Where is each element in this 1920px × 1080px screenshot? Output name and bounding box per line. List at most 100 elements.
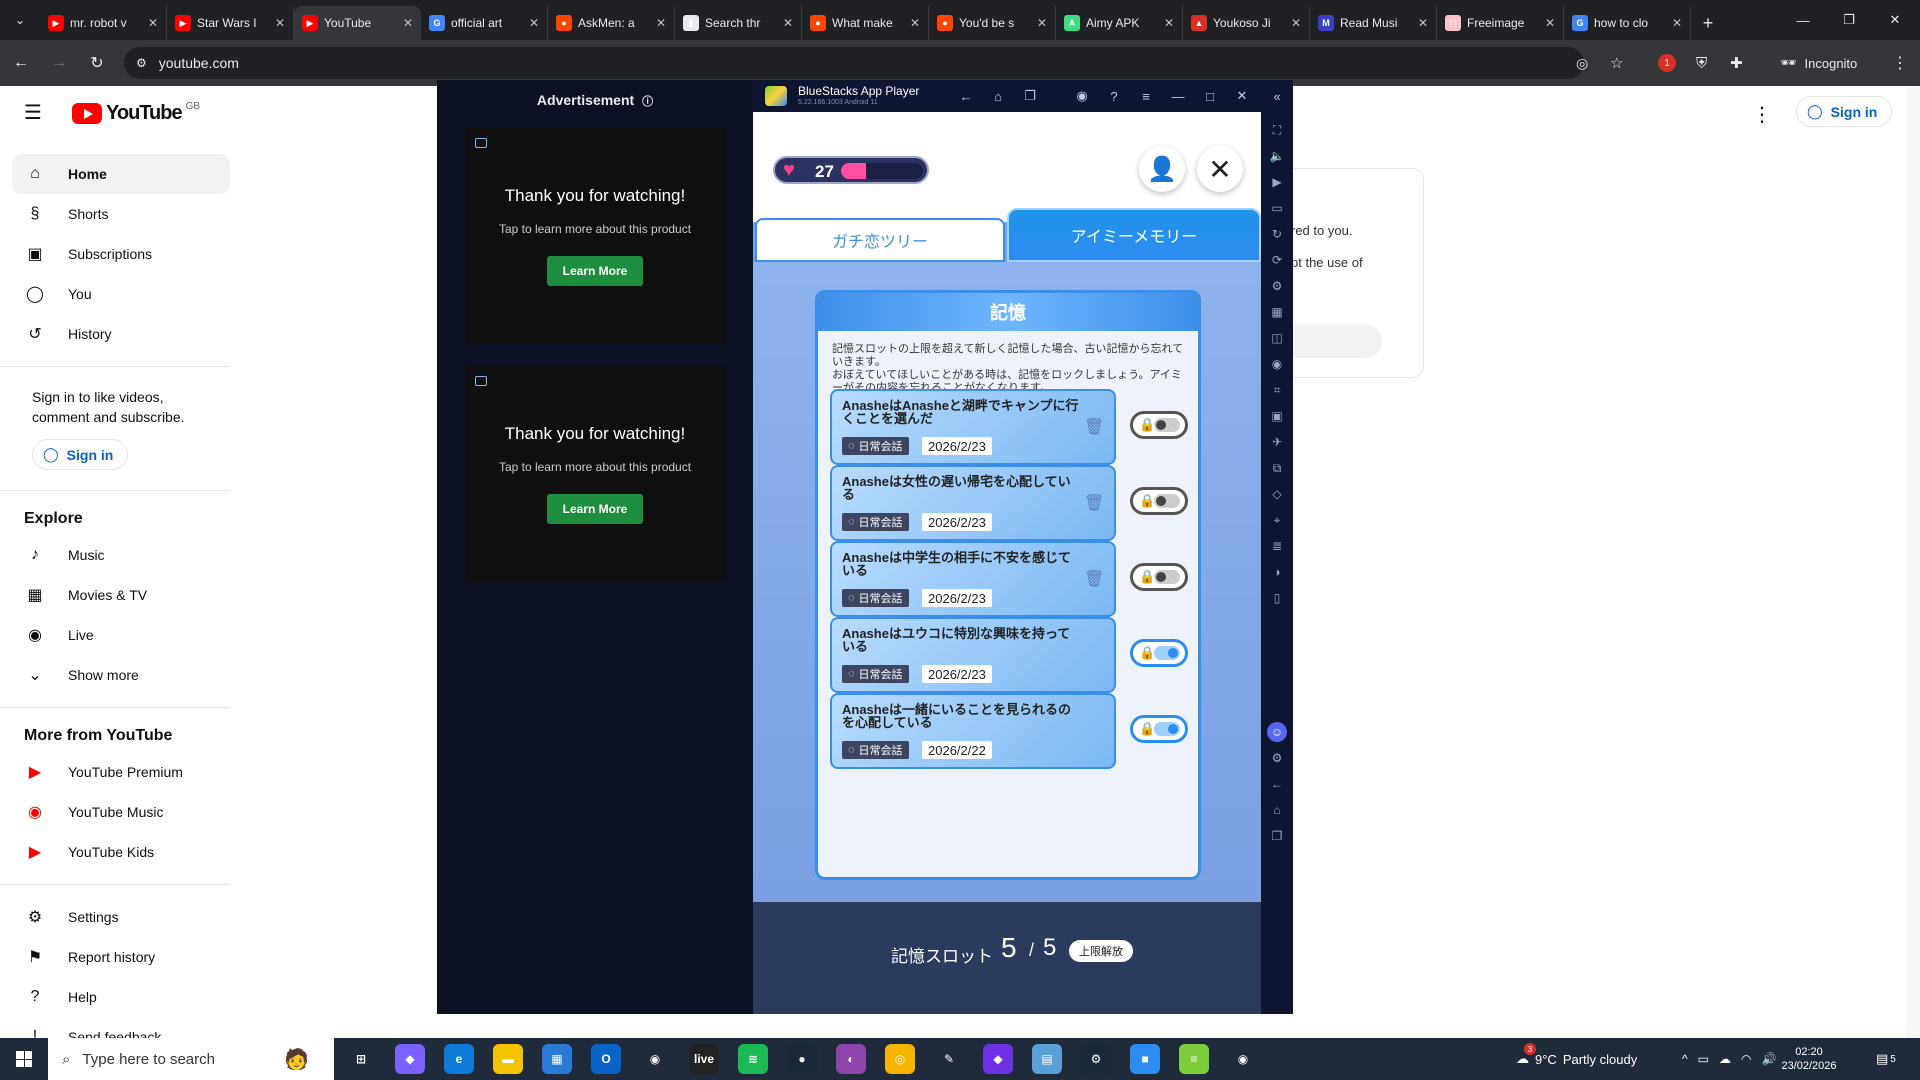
fullscreen-icon[interactable]: ⛶ <box>1267 120 1287 140</box>
minimize-window-button[interactable]: — <box>1780 0 1826 40</box>
chrome-canary-icon[interactable]: ◎ <box>885 1044 915 1074</box>
browser-tab[interactable]: ▶ Star Wars I ✕ <box>167 6 294 40</box>
close-tab-icon[interactable]: ✕ <box>1418 16 1428 30</box>
browser-tab[interactable]: M Read Musi ✕ <box>1310 6 1437 40</box>
eco-icon[interactable]: ◑ <box>1267 562 1287 582</box>
extension-badge-icon[interactable]: 1 <box>1658 40 1676 86</box>
page-scrollbar[interactable] <box>1906 86 1920 1038</box>
reload-button[interactable]: ↻ <box>80 46 114 80</box>
sidebar-item-home[interactable]: ⌂ Home <box>12 154 230 194</box>
sidebar-item-help[interactable]: ? Help <box>12 977 230 1017</box>
sidebar-item-live[interactable]: ◉ Live <box>12 615 230 655</box>
browser-tab[interactable]: ● You'd be s ✕ <box>929 6 1056 40</box>
tab-aimy-memory[interactable]: アイミーメモリー <box>1007 208 1261 262</box>
wifi-icon[interactable]: ◠ <box>1741 1052 1751 1066</box>
back-arrow-icon[interactable]: ← <box>956 86 976 106</box>
memory-lock-toggle[interactable]: 🔒 <box>1130 563 1188 591</box>
browser-tab[interactable]: ▶ YouTube ✕ <box>294 6 421 40</box>
battery-icon[interactable]: ▭ <box>1698 1052 1709 1066</box>
browser-tab[interactable]: ▲ Youkoso Ji ✕ <box>1183 6 1310 40</box>
discord-icon[interactable]: ☺ <box>1267 722 1287 742</box>
home-icon[interactable]: ⌂ <box>1267 800 1287 820</box>
close-window-button[interactable]: ✕ <box>1872 0 1918 40</box>
obsidian-icon[interactable]: ◆ <box>983 1044 1013 1074</box>
close-tab-icon[interactable]: ✕ <box>1672 16 1682 30</box>
hamburger-menu-icon[interactable]: ☰ <box>24 100 42 125</box>
close-tab-icon[interactable]: ✕ <box>529 16 539 30</box>
robot-icon[interactable]: ⚙ <box>1267 276 1287 296</box>
tab-gachikoi-tree[interactable]: ガチ恋ツリー <box>755 218 1005 262</box>
airplane-icon[interactable]: ✈ <box>1267 432 1287 452</box>
memory-card[interactable]: AnasheはAnasheと湖畔でキャンプに行くことを選んだ ◌ 日常会話 2026/… <box>830 389 1116 465</box>
sidebar-item-youtube-music[interactable]: ◉ YouTube Music <box>12 792 230 832</box>
tracking-protection-icon[interactable]: ◎ <box>1576 55 1588 72</box>
browser-tab[interactable]: ◻ Freeimage ✕ <box>1437 6 1564 40</box>
record-icon[interactable]: ◉ <box>1267 354 1287 374</box>
sidebar-item-movies-tv[interactable]: ▦ Movies & TV <box>12 575 230 615</box>
sidebar-item-you[interactable]: ◯ You <box>12 274 230 314</box>
close-icon[interactable]: ✕ <box>1232 86 1252 106</box>
close-tab-icon[interactable]: ✕ <box>1545 16 1555 30</box>
memory-card[interactable]: Anasheはユウコに特別な興味を持っている◌日常会話2026/2/23🗑 <box>830 617 1116 693</box>
learn-more-button[interactable]: Learn More <box>547 256 643 286</box>
sidebar-item-show-more[interactable]: ⌄ Show more <box>12 655 230 695</box>
close-tab-icon[interactable]: ✕ <box>656 16 666 30</box>
spotify-icon[interactable]: ≋ <box>738 1044 768 1074</box>
trash-icon[interactable]: 🗑 <box>1084 417 1104 437</box>
back-button[interactable]: ← <box>4 46 38 80</box>
sidebar-item-music[interactable]: ♪ Music <box>12 535 230 575</box>
trash-icon[interactable]: 🗑 <box>1084 569 1104 589</box>
sidebar-item-history[interactable]: ↺ History <box>12 314 230 354</box>
purple-app-icon[interactable]: ◐ <box>836 1044 866 1074</box>
taskbar-search-box[interactable]: ⌕ Type here to search 🧑 <box>48 1038 334 1080</box>
trash-icon[interactable]: 🗑 <box>1084 493 1104 513</box>
steam-client-icon[interactable]: ⚙ <box>1081 1044 1111 1074</box>
task-view-icon[interactable]: ⊞ <box>346 1044 376 1074</box>
close-tab-icon[interactable]: ✕ <box>910 16 920 30</box>
notification-center[interactable]: ▤ 5 <box>1876 1038 1896 1080</box>
forward-button[interactable]: → <box>42 46 76 80</box>
browser-tab[interactable]: Gofficial art ✕ <box>421 6 548 40</box>
bookmark-star-icon[interactable]: ☆ <box>1610 54 1623 72</box>
maximize-icon[interactable]: □ <box>1200 86 1220 106</box>
collapse-sidebar-icon[interactable]: « <box>1267 86 1287 106</box>
settings-icon[interactable]: ⚙ <box>1267 748 1287 768</box>
bluestacks-icon[interactable]: ■ <box>1130 1044 1160 1074</box>
memory-lock-toggle[interactable]: 🔒 <box>1130 487 1188 515</box>
sidebar-item-send-feedback[interactable]: ! Send feedback <box>12 1017 230 1038</box>
close-tab-icon[interactable]: ✕ <box>783 16 793 30</box>
edge-icon[interactable]: e <box>444 1044 474 1074</box>
sidebar-item-youtube-kids[interactable]: ▶ YouTube Kids <box>12 832 230 872</box>
shield-extension-icon[interactable]: ⛨ <box>1696 40 1707 86</box>
ad-card[interactable]: Thank you for watching! Tap to learn mor… <box>465 366 725 582</box>
apk-install-icon[interactable]: ▦ <box>1267 302 1287 322</box>
sidebar-item-shorts[interactable]: § Shorts <box>12 194 230 234</box>
info-icon[interactable]: ⓘ <box>642 96 653 108</box>
volume-icon[interactable]: 🔈 <box>1267 146 1287 166</box>
address-bar[interactable]: ⚙ youtube.com ◎ ☆ <box>124 47 1623 79</box>
multi-instance-icon[interactable]: ⧉ <box>1267 458 1287 478</box>
minimize-icon[interactable]: — <box>1168 86 1188 106</box>
close-button[interactable]: ✕ <box>1197 146 1243 192</box>
memory-card[interactable]: Anasheは中学生の相手に不安を感じている ◌ 日常会話 2026/2/23 🗑 <box>830 541 1116 617</box>
browser-tab[interactable]: ▶ mr. robot v ✕ <box>40 6 167 40</box>
sidebar-signin-button[interactable]: ◯ Sign in <box>32 439 129 470</box>
recent-apps-icon[interactable]: ❐ <box>1020 86 1040 106</box>
ad-card[interactable]: Thank you for watching! Tap to learn mor… <box>465 128 725 344</box>
browser-tab[interactable]: ● AskMen: a ✕ <box>548 6 675 40</box>
close-tab-icon[interactable]: ✕ <box>1037 16 1047 30</box>
restore-window-button[interactable]: ❐ <box>1826 0 1872 40</box>
header-signin-button[interactable]: ◯ Sign in <box>1796 96 1893 127</box>
clock[interactable]: 02:20 23/02/2026 <box>1774 1038 1844 1080</box>
outlook-icon[interactable]: O <box>591 1044 621 1074</box>
close-tab-icon[interactable]: ✕ <box>275 16 285 30</box>
onedrive-icon[interactable]: ☁ <box>1719 1052 1731 1066</box>
macro-icon[interactable]: ⌗ <box>1267 380 1287 400</box>
file-explorer-icon[interactable]: ▬ <box>493 1044 523 1074</box>
chrome-incognito-icon[interactable]: ◉ <box>1228 1044 1258 1074</box>
browser-tab[interactable]: A Aimy APK ✕ <box>1056 6 1183 40</box>
feather-app-icon[interactable]: ✎ <box>934 1044 964 1074</box>
layers-icon[interactable]: ≣ <box>1267 536 1287 556</box>
account-icon[interactable]: ◉ <box>1072 86 1092 106</box>
close-tab-icon[interactable]: ✕ <box>1291 16 1301 30</box>
